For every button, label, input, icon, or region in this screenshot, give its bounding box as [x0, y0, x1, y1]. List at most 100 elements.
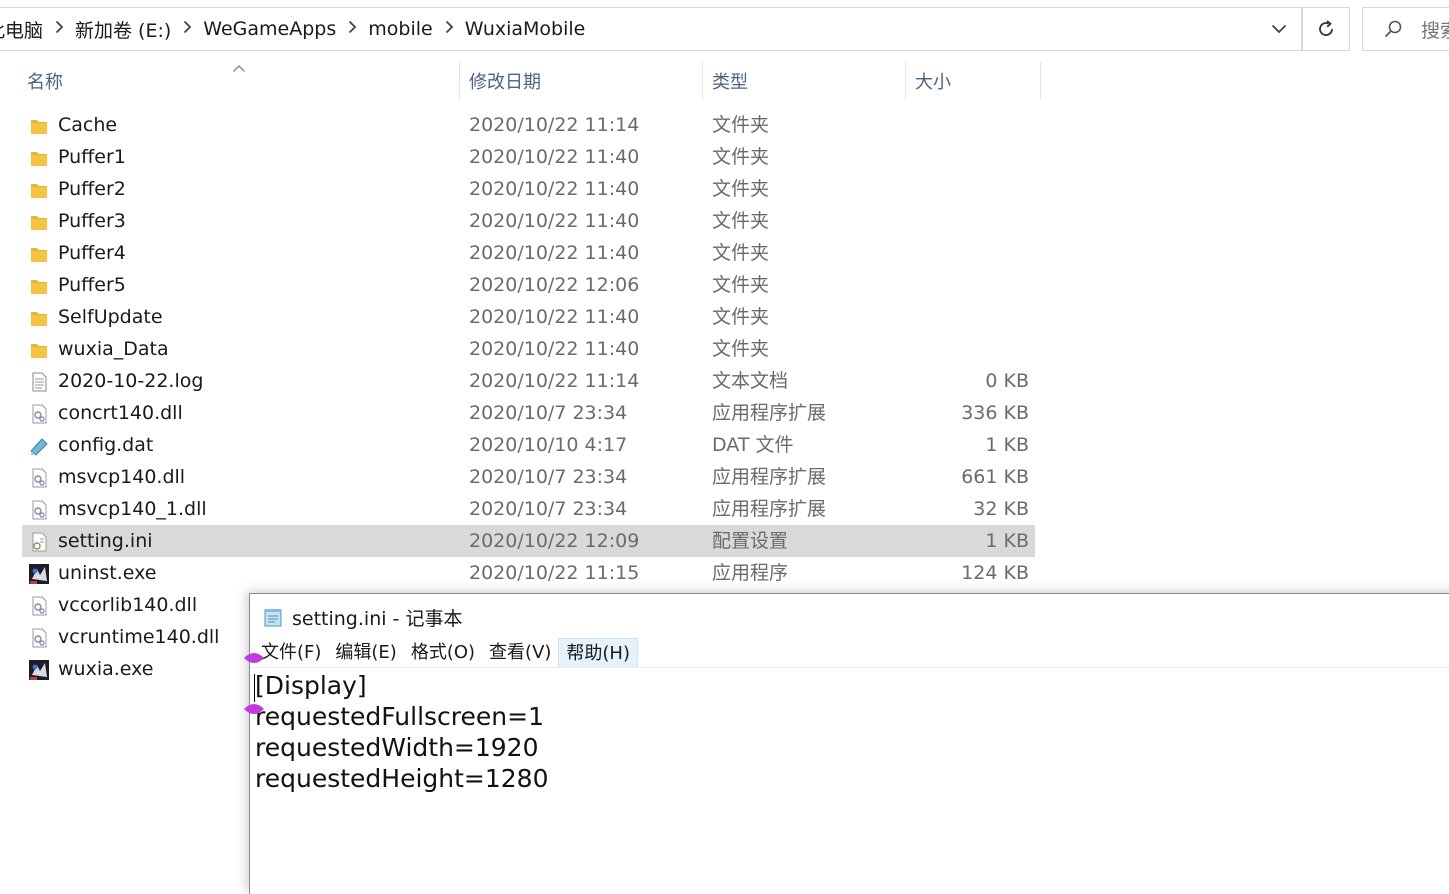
- refresh-button[interactable]: [1302, 7, 1350, 51]
- dat-file-icon: [28, 435, 50, 457]
- file-size: [900, 237, 1029, 269]
- text-caret: [254, 674, 255, 702]
- file-name: SelfUpdate: [58, 306, 163, 328]
- dll-gear-icon: [28, 627, 50, 649]
- file-row[interactable]: uninst.exe 2020/10/22 11:15 应用程序 124 KB: [0, 557, 1449, 589]
- notepad-window[interactable]: setting.ini - 记事本 文件(F) 编辑(E) 格式(O) 查看(V…: [244, 593, 1449, 894]
- file-date: 2020/10/10 4:17: [469, 434, 628, 456]
- breadcrumb-chevron-icon[interactable]: [445, 20, 454, 38]
- file-size: [900, 173, 1029, 205]
- breadcrumb-chevron-icon[interactable]: [183, 20, 192, 38]
- file-row[interactable]: Puffer2 2020/10/22 11:40 文件夹: [0, 173, 1449, 205]
- file-row[interactable]: Puffer1 2020/10/22 11:40 文件夹: [0, 141, 1449, 173]
- text-line: requestedFullscreen=1: [255, 702, 544, 731]
- file-size: [900, 109, 1029, 141]
- file-date: 2020/10/22 11:40: [469, 306, 640, 328]
- file-type: 文件夹: [712, 306, 770, 328]
- breadcrumb-this-pc[interactable]: 此电脑: [0, 16, 43, 43]
- menu-help[interactable]: 帮助(H): [558, 638, 638, 668]
- breadcrumb-mobile[interactable]: mobile: [368, 18, 432, 40]
- breadcrumb-wuxiamobile[interactable]: WuxiaMobile: [465, 18, 586, 40]
- file-date: 2020/10/22 12:09: [469, 530, 640, 552]
- column-header-type[interactable]: 类型: [712, 62, 748, 100]
- file-date: 2020/10/22 11:40: [469, 242, 640, 264]
- file-date: 2020/10/22 11:40: [469, 178, 640, 200]
- file-type: 应用程序扩展: [712, 402, 827, 424]
- file-type: 文件夹: [712, 338, 770, 360]
- file-row[interactable]: Puffer5 2020/10/22 12:06 文件夹: [0, 269, 1449, 301]
- folder-icon: [28, 243, 50, 265]
- file-date: 2020/10/7 23:34: [469, 466, 628, 488]
- menu-format[interactable]: 格式(O): [404, 638, 482, 668]
- column-divider[interactable]: [702, 62, 703, 100]
- file-name: Puffer2: [58, 178, 126, 200]
- file-type: 文件夹: [712, 178, 770, 200]
- breadcrumb-wegameapps[interactable]: WeGameApps: [203, 18, 336, 40]
- breadcrumb-drive[interactable]: 新加卷 (E:): [75, 16, 171, 43]
- file-row[interactable]: Puffer3 2020/10/22 11:40 文件夹: [0, 205, 1449, 237]
- file-size: 336 KB: [961, 402, 1029, 424]
- search-input[interactable]: 搜索: [1421, 16, 1449, 43]
- chevron-down-icon[interactable]: [1262, 14, 1296, 44]
- file-row[interactable]: 2020-10-22.log 2020/10/22 11:14 文本文档 0 KB: [0, 365, 1449, 397]
- file-type: 文件夹: [712, 146, 770, 168]
- column-header-date[interactable]: 修改日期: [469, 62, 541, 100]
- file-row[interactable]: concrt140.dll 2020/10/7 23:34 应用程序扩展 336 KB: [0, 397, 1449, 429]
- column-header-name[interactable]: 名称: [27, 62, 63, 100]
- file-date: 2020/10/7 23:34: [469, 402, 628, 424]
- selection-handle-icon[interactable]: [242, 651, 266, 665]
- search-box[interactable]: 搜索: [1362, 7, 1449, 51]
- text-line: [Display]: [255, 671, 367, 700]
- refresh-icon: [1319, 20, 1333, 36]
- file-name: Puffer4: [58, 242, 126, 264]
- address-bar-area: 此电脑 新加卷 (E:) WeGameApps mobile WuxiaMobi…: [0, 0, 1449, 60]
- file-type: 文件夹: [712, 114, 770, 136]
- file-name: vccorlib140.dll: [58, 594, 198, 616]
- file-size: 124 KB: [961, 562, 1029, 584]
- file-name: msvcp140_1.dll: [58, 498, 207, 520]
- file-row[interactable]: msvcp140_1.dll 2020/10/7 23:34 应用程序扩展 32 KB: [0, 493, 1449, 525]
- text-document-icon: [28, 371, 50, 393]
- folder-icon: [28, 211, 50, 233]
- column-divider[interactable]: [905, 62, 906, 100]
- file-date: 2020/10/22 12:06: [469, 274, 640, 296]
- file-type: 应用程序扩展: [712, 466, 827, 488]
- column-divider[interactable]: [1040, 62, 1041, 100]
- file-row[interactable]: wuxia_Data 2020/10/22 11:40 文件夹: [0, 333, 1449, 365]
- menu-edit[interactable]: 编辑(E): [328, 638, 403, 668]
- text-line: requestedWidth=1920: [255, 733, 539, 762]
- column-header-size[interactable]: 大小: [915, 62, 951, 100]
- selection-handle-icon[interactable]: [242, 702, 266, 716]
- file-name: Puffer1: [58, 146, 126, 168]
- folder-icon: [28, 147, 50, 169]
- folder-icon: [28, 115, 50, 137]
- file-date: 2020/10/7 23:34: [469, 498, 628, 520]
- notepad-title-bar[interactable]: setting.ini - 记事本: [262, 602, 462, 632]
- breadcrumb-chevron-icon[interactable]: [55, 20, 64, 38]
- menu-view[interactable]: 查看(V): [482, 638, 558, 668]
- file-name: concrt140.dll: [58, 402, 183, 424]
- file-row[interactable]: setting.ini 2020/10/22 12:09 配置设置 1 KB: [0, 525, 1449, 557]
- file-date: 2020/10/22 11:15: [469, 562, 640, 584]
- file-name: 2020-10-22.log: [58, 370, 204, 392]
- file-name: config.dat: [58, 434, 154, 456]
- file-row[interactable]: Cache 2020/10/22 11:14 文件夹: [0, 109, 1449, 141]
- file-name: setting.ini: [58, 530, 153, 552]
- file-row[interactable]: config.dat 2020/10/10 4:17 DAT 文件 1 KB: [0, 429, 1449, 461]
- file-size: [900, 333, 1029, 365]
- column-divider[interactable]: [459, 62, 460, 100]
- file-type: 应用程序扩展: [712, 498, 827, 520]
- file-row[interactable]: msvcp140.dll 2020/10/7 23:34 应用程序扩展 661 KB: [0, 461, 1449, 493]
- file-name: msvcp140.dll: [58, 466, 186, 488]
- file-type: 文件夹: [712, 242, 770, 264]
- file-type: 文本文档: [712, 370, 789, 392]
- notepad-text-area[interactable]: [Display] requestedFullscreen=1 requeste…: [255, 670, 549, 794]
- sort-ascending-icon: [232, 58, 246, 77]
- file-name: Cache: [58, 114, 118, 136]
- address-bar[interactable]: 此电脑 新加卷 (E:) WeGameApps mobile WuxiaMobi…: [0, 7, 1302, 51]
- folder-icon: [28, 275, 50, 297]
- breadcrumb-chevron-icon[interactable]: [348, 20, 357, 38]
- file-row[interactable]: SelfUpdate 2020/10/22 11:40 文件夹: [0, 301, 1449, 333]
- file-row[interactable]: Puffer4 2020/10/22 11:40 文件夹: [0, 237, 1449, 269]
- file-size: [900, 205, 1029, 237]
